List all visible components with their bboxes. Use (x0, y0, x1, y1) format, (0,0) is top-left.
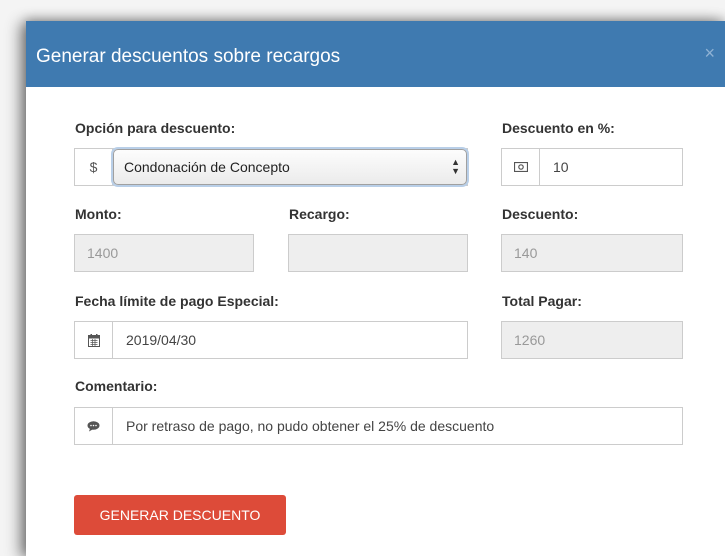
option-label: Opción para descuento: (75, 120, 236, 136)
close-icon[interactable]: × (704, 43, 715, 64)
comment-icon (75, 408, 113, 444)
modal-header: Generar descuentos sobre recargos × (26, 21, 725, 87)
fecha-field[interactable]: 2019/04/30 (74, 321, 468, 359)
discount-modal: Generar descuentos sobre recargos × Opci… (26, 21, 725, 556)
descuento-value: 140 (514, 245, 538, 261)
monto-label: Monto: (75, 206, 122, 222)
descuento-label: Descuento: (502, 206, 579, 222)
total-label: Total Pagar: (502, 293, 582, 309)
select-arrows-icon: ▲ ▼ (451, 157, 460, 176)
descuento-field: 140 (501, 234, 683, 272)
option-select-group: $ Condonación de Concepto ▲ ▼ (74, 148, 468, 186)
discount-option-value: Condonación de Concepto (124, 159, 290, 175)
recargo-field (288, 234, 468, 272)
recargo-label: Recargo: (289, 206, 350, 222)
comentario-value: Por retraso de pago, no pudo obtener el … (126, 418, 495, 434)
money-icon (502, 149, 540, 185)
discount-percent-value: 10 (553, 159, 569, 175)
discount-percent-field[interactable]: 10 (501, 148, 683, 186)
fecha-value: 2019/04/30 (126, 332, 197, 348)
total-field: 1260 (501, 321, 683, 359)
modal-title: Generar descuentos sobre recargos (36, 46, 341, 67)
calendar-icon (75, 322, 113, 358)
comentario-field[interactable]: Por retraso de pago, no pudo obtener el … (74, 407, 683, 445)
discount-option-select[interactable]: Condonación de Concepto ▲ ▼ (113, 149, 467, 185)
comentario-label: Comentario: (75, 378, 158, 394)
monto-value: 1400 (87, 245, 119, 261)
dollar-icon: $ (75, 149, 113, 185)
fecha-label: Fecha límite de pago Especial: (75, 293, 279, 309)
monto-field: 1400 (74, 234, 254, 272)
generate-discount-button[interactable]: GENERAR DESCUENTO (74, 495, 286, 535)
discount-percent-label: Descuento en %: (502, 120, 615, 136)
total-value: 1260 (514, 332, 546, 348)
